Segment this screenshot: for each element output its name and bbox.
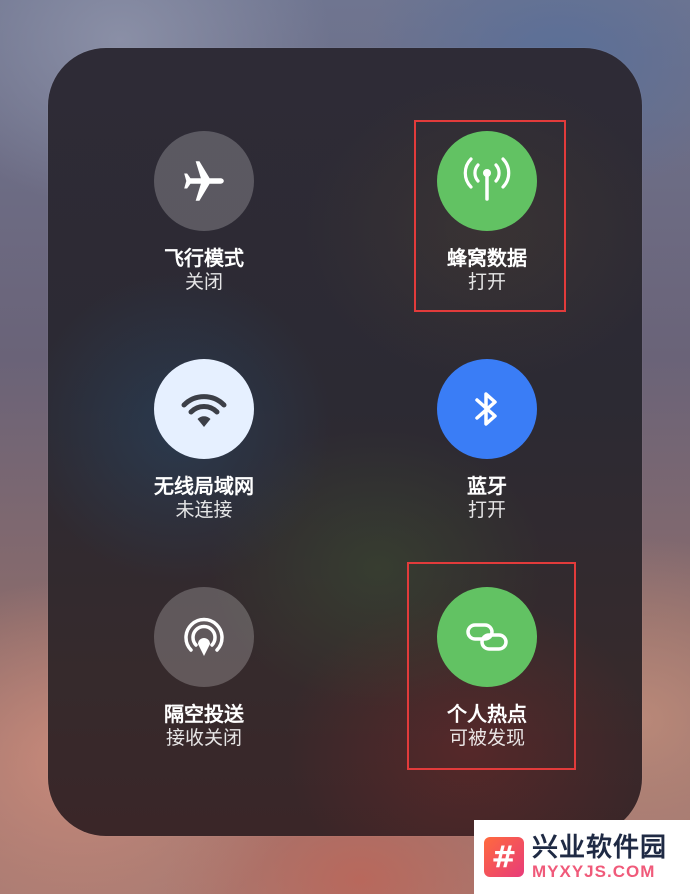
wifi-icon <box>181 394 227 427</box>
airplane-mode-button[interactable] <box>154 131 254 231</box>
bluetooth-button[interactable] <box>437 359 537 459</box>
wifi-status: 未连接 <box>175 500 233 521</box>
highlight-box-cellular <box>414 120 566 312</box>
airplane-mode-label: 飞行模式 <box>164 248 244 270</box>
wifi-label: 无线局域网 <box>154 476 254 498</box>
wifi-button[interactable] <box>154 359 254 459</box>
bluetooth-tile[interactable]: 蓝牙 打开 <box>387 359 587 523</box>
airdrop-button[interactable] <box>154 587 254 687</box>
watermark-text: 兴业软件园 MYXYJS.COM <box>532 832 667 882</box>
wifi-tile[interactable]: 无线局域网 未连接 <box>104 359 304 523</box>
airplane-mode-status: 关闭 <box>184 272 223 293</box>
airdrop-label: 隔空投送 <box>164 704 244 726</box>
highlight-box-hotspot <box>407 562 576 770</box>
watermark-logo-icon: # <box>484 837 524 877</box>
bluetooth-label: 蓝牙 <box>467 476 507 498</box>
airplane-mode-tile[interactable]: 飞行模式 关闭 <box>104 131 304 295</box>
bluetooth-icon <box>475 392 497 426</box>
airdrop-status: 接收关闭 <box>165 728 242 749</box>
watermark-domain: MYXYJS.COM <box>532 862 656 881</box>
watermark: # 兴业软件园 MYXYJS.COM <box>474 820 690 894</box>
airplane-icon <box>184 161 224 201</box>
watermark-name: 兴业软件园 <box>532 832 668 862</box>
airdrop-icon <box>184 617 224 656</box>
bluetooth-status: 打开 <box>467 500 506 521</box>
airdrop-tile[interactable]: 隔空投送 接收关闭 <box>104 587 304 751</box>
